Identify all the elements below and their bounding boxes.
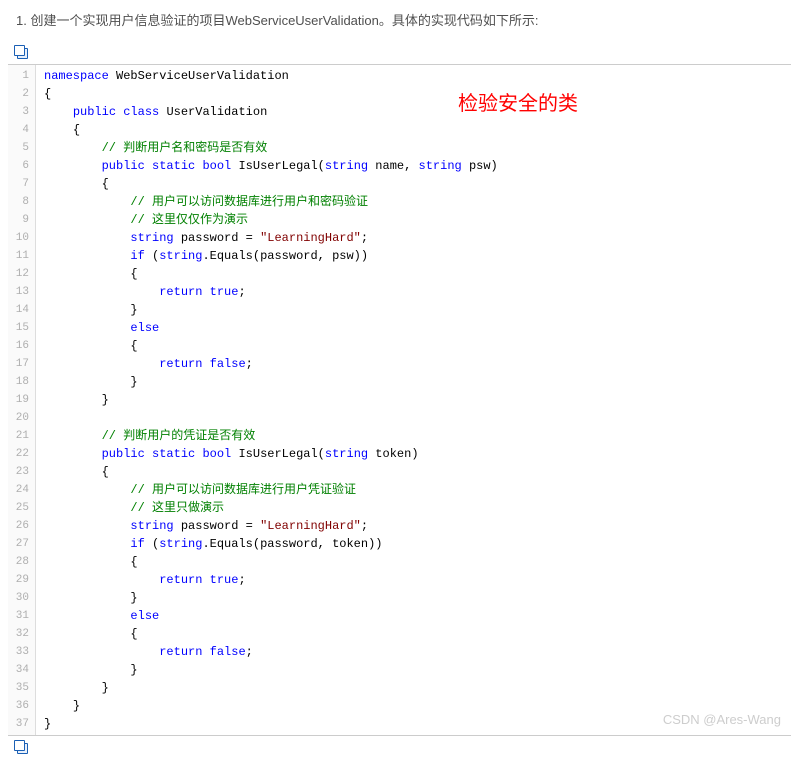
code-line: } [44,391,783,409]
line-number: 19 [8,391,35,409]
code-wrapper: 检验安全的类 123456789101112131415161718192021… [8,43,791,759]
line-number: 7 [8,175,35,193]
line-number: 23 [8,463,35,481]
code-line: { [44,121,783,139]
line-number: 24 [8,481,35,499]
code-line: // 用户可以访问数据库进行用户和密码验证 [44,193,783,211]
code-line: } [44,679,783,697]
code-block: 检验安全的类 123456789101112131415161718192021… [8,64,791,736]
code-line: // 这里仅仅作为演示 [44,211,783,229]
line-number: 14 [8,301,35,319]
line-number: 30 [8,589,35,607]
code-line: // 这里只做演示 [44,499,783,517]
code-line: return true; [44,283,783,301]
line-number: 33 [8,643,35,661]
code-line: else [44,607,783,625]
code-line: if (string.Equals(password, token)) [44,535,783,553]
code-line: public static bool IsUserLegal(string to… [44,445,783,463]
toolbar-bottom [8,736,791,759]
code-line: { [44,265,783,283]
copy-icon[interactable] [14,45,28,59]
line-number: 17 [8,355,35,373]
code-line: } [44,373,783,391]
toolbar-top [8,43,791,64]
code-line: // 判断用户名和密码是否有效 [44,139,783,157]
code-line: else [44,319,783,337]
code-line: string password = "LearningHard"; [44,229,783,247]
line-number: 36 [8,697,35,715]
code-line: } [44,301,783,319]
code-line: { [44,553,783,571]
line-number: 4 [8,121,35,139]
heading-text: 1. 创建一个实现用户信息验证的项目WebServiceUserValidati… [0,0,799,43]
code-line: if (string.Equals(password, psw)) [44,247,783,265]
line-number: 1 [8,67,35,85]
code-line: // 判断用户的凭证是否有效 [44,427,783,445]
line-number: 34 [8,661,35,679]
line-number: 25 [8,499,35,517]
annotation-label: 检验安全的类 [458,95,578,113]
line-number: 11 [8,247,35,265]
code-line: } [44,661,783,679]
line-number: 5 [8,139,35,157]
line-number: 20 [8,409,35,427]
code-line: { [44,175,783,193]
line-number: 29 [8,571,35,589]
line-number: 2 [8,85,35,103]
line-number: 10 [8,229,35,247]
line-number: 6 [8,157,35,175]
code-line: } [44,589,783,607]
copy-icon[interactable] [14,740,28,754]
line-number: 35 [8,679,35,697]
code-line: public class UserValidation [44,103,783,121]
line-number: 3 [8,103,35,121]
code-line: return true; [44,571,783,589]
line-number: 18 [8,373,35,391]
line-number: 27 [8,535,35,553]
code-content: namespace WebServiceUserValidation{ publ… [36,65,791,735]
code-line: { [44,337,783,355]
line-number: 22 [8,445,35,463]
line-number: 15 [8,319,35,337]
line-number: 28 [8,553,35,571]
code-line: { [44,463,783,481]
code-line: return false; [44,643,783,661]
line-number: 16 [8,337,35,355]
code-line: namespace WebServiceUserValidation [44,67,783,85]
code-line: // 用户可以访问数据库进行用户凭证验证 [44,481,783,499]
line-number: 8 [8,193,35,211]
code-line: return false; [44,355,783,373]
line-number: 26 [8,517,35,535]
code-line: string password = "LearningHard"; [44,517,783,535]
line-number: 31 [8,607,35,625]
line-number: 12 [8,265,35,283]
code-line: public static bool IsUserLegal(string na… [44,157,783,175]
code-line: { [44,85,783,103]
line-number-gutter: 1234567891011121314151617181920212223242… [8,65,36,735]
watermark: CSDN @Ares-Wang [663,711,781,729]
line-number: 13 [8,283,35,301]
code-line: { [44,625,783,643]
code-line [44,409,783,427]
line-number: 37 [8,715,35,733]
line-number: 9 [8,211,35,229]
line-number: 32 [8,625,35,643]
line-number: 21 [8,427,35,445]
